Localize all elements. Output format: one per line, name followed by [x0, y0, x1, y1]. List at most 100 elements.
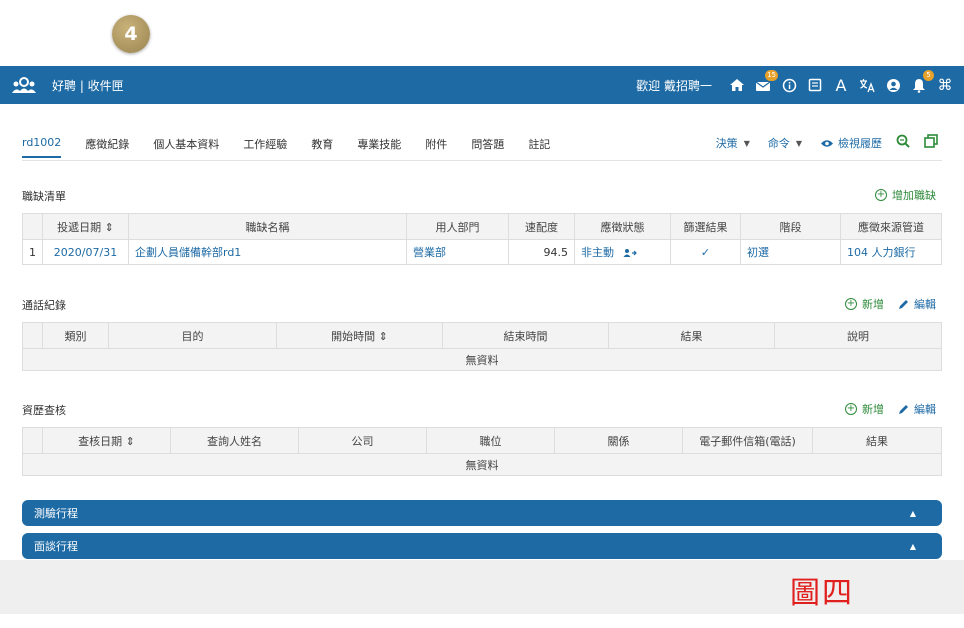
decision-label: 決策 — [715, 137, 738, 150]
column-header-match: 速配度 — [508, 213, 575, 240]
step-number-badge: 4 — [112, 15, 150, 53]
add-reference-label: 新增 — [862, 403, 884, 416]
notes-icon[interactable] — [806, 76, 824, 94]
column-header-purpose: 目的 — [108, 322, 277, 349]
command-label: 命令 — [767, 137, 790, 150]
edit-calls-label: 編輯 — [914, 298, 936, 311]
font-size-icon[interactable]: A — [832, 76, 850, 95]
application-status-cell[interactable]: 非主動 — [574, 239, 671, 265]
calls-table: 類別 目的 開始時間 ⇕ 結束時間 結果 說明 無資料 — [22, 322, 942, 371]
interview-schedule-title: 面談行程 — [34, 540, 78, 553]
column-header-blank — [22, 427, 43, 454]
plus-circle-icon: + — [845, 403, 857, 415]
column-header-start-time[interactable]: 開始時間 ⇕ — [276, 322, 443, 349]
plus-circle-icon: + — [845, 298, 857, 310]
column-header-inquirer: 查詢人姓名 — [170, 427, 299, 454]
column-header-blank — [22, 322, 43, 349]
add-job-button[interactable]: + 增加職缺 — [875, 187, 936, 203]
calls-actions: + 新增 編輯 — [845, 296, 936, 312]
empty-row: 無資料 — [22, 453, 942, 476]
transfer-user-icon[interactable] — [623, 248, 637, 258]
notification-bell-icon[interactable]: 5 — [910, 70, 934, 94]
eye-icon — [821, 139, 833, 147]
tab-personal-info[interactable]: 個人基本資料 — [153, 132, 219, 158]
jobs-table: 投遞日期 ⇕ 職缺名稱 用人部門 速配度 應徵狀態 篩選結果 階段 應徵來源管道… — [22, 213, 942, 265]
references-table: 查核日期 ⇕ 查詢人姓名 公司 職位 關係 電子郵件信箱(電話) 結果 無資料 — [22, 427, 942, 476]
add-call-button[interactable]: + 新增 — [845, 296, 884, 312]
tabs-divider — [22, 160, 942, 161]
no-data-text: 無資料 — [22, 348, 942, 371]
tab-skills[interactable]: 專業技能 — [357, 132, 401, 158]
notification-count-badge: 5 — [923, 70, 934, 81]
tab-questions[interactable]: 問答題 — [471, 132, 504, 158]
jobs-section-title: 職缺清單 — [22, 190, 66, 203]
info-icon[interactable] — [780, 76, 798, 94]
calls-section-title: 通話紀錄 — [22, 299, 66, 312]
test-schedule-title: 測驗行程 — [34, 507, 78, 520]
calls-header-row: 類別 目的 開始時間 ⇕ 結束時間 結果 說明 — [22, 322, 942, 349]
stage-link[interactable]: 初選 — [740, 239, 841, 265]
tab-attachments[interactable]: 附件 — [425, 132, 447, 158]
home-icon[interactable] — [728, 76, 746, 94]
chevron-down-icon: ▼ — [795, 138, 802, 148]
references-section-title: 資歷查核 — [22, 404, 66, 417]
copy-window-icon[interactable] — [924, 134, 938, 152]
column-header-end-time: 結束時間 — [442, 322, 609, 349]
tab-work-experience[interactable]: 工作經驗 — [243, 132, 287, 158]
column-header-check-date[interactable]: 查核日期 ⇕ — [42, 427, 171, 454]
view-history-button[interactable]: 檢視履歷 — [820, 135, 882, 151]
tab-notes[interactable]: 註記 — [528, 132, 550, 158]
column-header-relation: 關係 — [554, 427, 683, 454]
column-header-category: 類別 — [42, 322, 109, 349]
tab-application-records[interactable]: 應徵紀錄 — [85, 132, 129, 158]
column-header-status: 應徵狀態 — [574, 213, 671, 240]
row-index: 1 — [22, 239, 43, 265]
column-header-date[interactable]: 投遞日期 ⇕ — [42, 213, 129, 240]
command-dropdown[interactable]: 命令 ▼ — [768, 135, 802, 151]
translate-icon[interactable] — [858, 76, 876, 94]
application-status: 非主動 — [581, 246, 614, 259]
table-row[interactable]: 1 2020/07/31 企劃人員儲備幹部rd1 營業部 94.5 非主動 ✓ … — [22, 239, 942, 265]
tabs-right-actions: 決策 ▼ 命令 ▼ 檢視履歷 — [698, 134, 938, 152]
people-logo-icon[interactable] — [10, 75, 38, 95]
command-icon[interactable]: ⌘ — [936, 76, 954, 94]
column-header-index — [22, 213, 43, 240]
column-header-email-phone: 電子郵件信箱(電話) — [682, 427, 813, 454]
tab-education[interactable]: 教育 — [311, 132, 333, 158]
plus-circle-icon: + — [875, 189, 887, 201]
match-score: 94.5 — [508, 239, 575, 265]
zoom-search-icon[interactable] — [896, 134, 910, 152]
add-reference-button[interactable]: + 新增 — [845, 401, 884, 417]
department-link[interactable]: 營業部 — [406, 239, 509, 265]
inbox-icon[interactable]: 15 — [754, 70, 778, 94]
app-title[interactable]: 好聘 | 收件匣 — [52, 77, 124, 94]
edit-calls-button[interactable]: 編輯 — [898, 296, 936, 312]
screening-result-check: ✓ — [670, 239, 741, 265]
column-header-source: 應徵來源管道 — [840, 213, 942, 240]
jobs-header-row: 投遞日期 ⇕ 職缺名稱 用人部門 速配度 應徵狀態 篩選結果 階段 應徵來源管道 — [22, 213, 942, 240]
edit-references-button[interactable]: 編輯 — [898, 401, 936, 417]
column-header-company: 公司 — [298, 427, 427, 454]
interview-schedule-accordion[interactable]: 面談行程 ▲ — [22, 533, 942, 559]
candidate-tabs: rd1002 應徵紀錄 個人基本資料 工作經驗 教育 專業技能 附件 問答題 註… — [22, 132, 574, 158]
chevron-down-icon: ▼ — [743, 138, 750, 148]
references-actions: + 新增 編輯 — [845, 401, 936, 417]
apply-date[interactable]: 2020/07/31 — [42, 239, 129, 265]
pencil-icon — [899, 299, 908, 309]
chevron-up-icon: ▲ — [909, 541, 916, 551]
figure-caption: 圖四 — [790, 576, 854, 611]
column-header-position: 職位 — [426, 427, 555, 454]
test-schedule-accordion[interactable]: 測驗行程 ▲ — [22, 500, 942, 526]
empty-row: 無資料 — [22, 348, 942, 371]
edit-references-label: 編輯 — [914, 403, 936, 416]
column-header-result: 結果 — [812, 427, 942, 454]
column-header-stage: 階段 — [740, 213, 841, 240]
user-account-icon[interactable] — [884, 76, 902, 94]
source-channel-link[interactable]: 104 人力銀行 — [840, 239, 942, 265]
add-job-label: 增加職缺 — [892, 189, 936, 202]
job-name-link[interactable]: 企劃人員儲備幹部rd1 — [128, 239, 407, 265]
decision-dropdown[interactable]: 決策 ▼ — [716, 135, 750, 151]
tab-rd1002[interactable]: rd1002 — [22, 132, 62, 158]
welcome-user-text[interactable]: 歡迎 戴招聘一 — [636, 77, 712, 94]
column-header-job-name: 職缺名稱 — [128, 213, 407, 240]
